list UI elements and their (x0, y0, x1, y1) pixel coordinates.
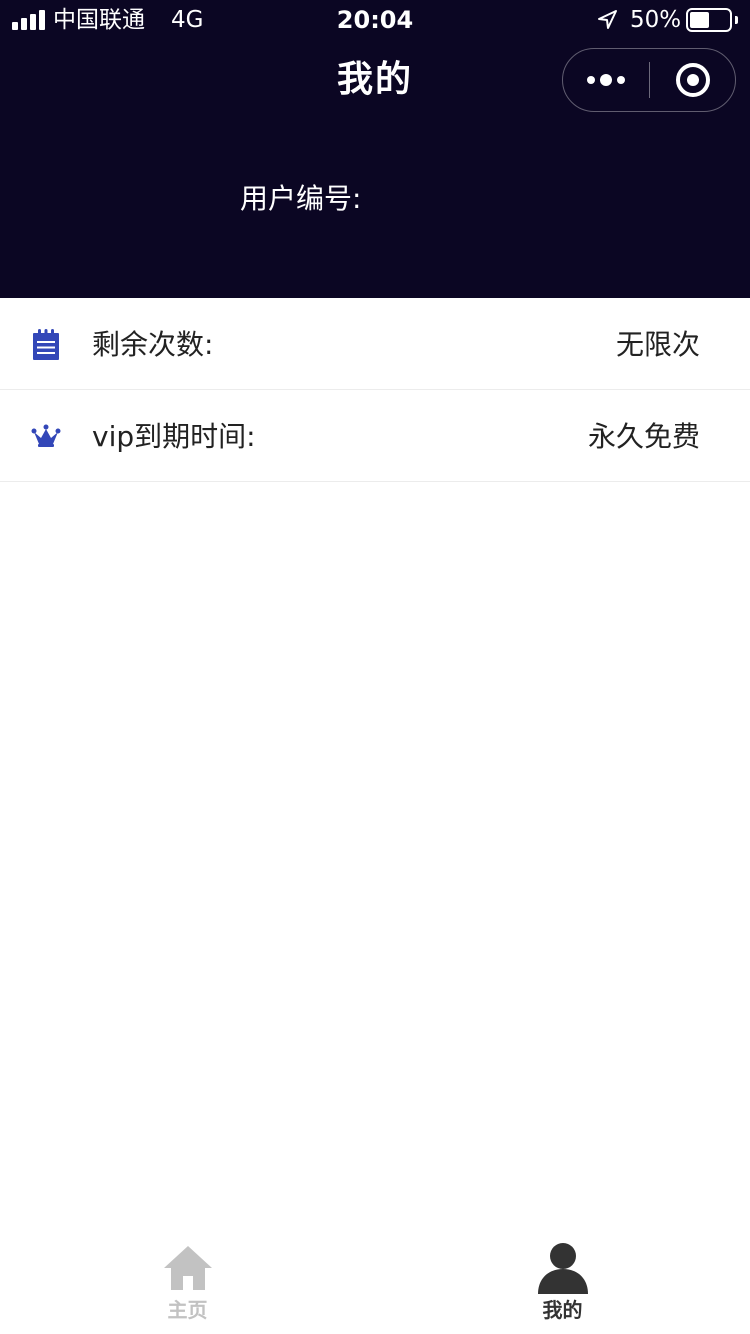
list-item-value: 永久免费 (587, 420, 700, 453)
tab-home-label: 主页 (167, 1298, 208, 1322)
list-item-remaining-count[interactable]: 剩余次数: 无限次 (0, 298, 750, 390)
crown-icon (31, 424, 61, 447)
person-icon (538, 1243, 588, 1294)
battery-level (690, 12, 709, 28)
tab-home[interactable]: 主页 (0, 1230, 375, 1334)
info-list: 剩余次数: 无限次 vip到期时间: 永久免费 (0, 298, 750, 482)
target-circle-icon (676, 63, 710, 97)
tab-bar: 主页 我的 (0, 1230, 750, 1334)
more-dots-icon (587, 74, 625, 86)
list-item-label: 剩余次数: (92, 328, 214, 361)
status-bar: 中国联通 4G 20:04 50% (0, 0, 750, 40)
notepad-icon (33, 329, 59, 360)
location-arrow-icon (598, 10, 617, 29)
battery-percent: 50% (630, 7, 682, 33)
list-item-value: 无限次 (615, 328, 700, 361)
more-button[interactable] (563, 49, 649, 111)
list-item-label: vip到期时间: (92, 420, 256, 453)
battery-icon (686, 8, 732, 32)
close-miniprogram-button[interactable] (650, 49, 736, 111)
header: 中国联通 4G 20:04 50% 我的 用户编号: (0, 0, 750, 298)
tab-mine[interactable]: 我的 (375, 1230, 750, 1334)
tab-mine-label: 我的 (542, 1298, 583, 1322)
home-icon (164, 1246, 212, 1290)
miniprogram-capsule (562, 48, 736, 112)
battery-tip (735, 16, 738, 24)
list-item-vip-expiry[interactable]: vip到期时间: 永久免费 (0, 390, 750, 482)
user-id-label: 用户编号: (240, 182, 362, 215)
